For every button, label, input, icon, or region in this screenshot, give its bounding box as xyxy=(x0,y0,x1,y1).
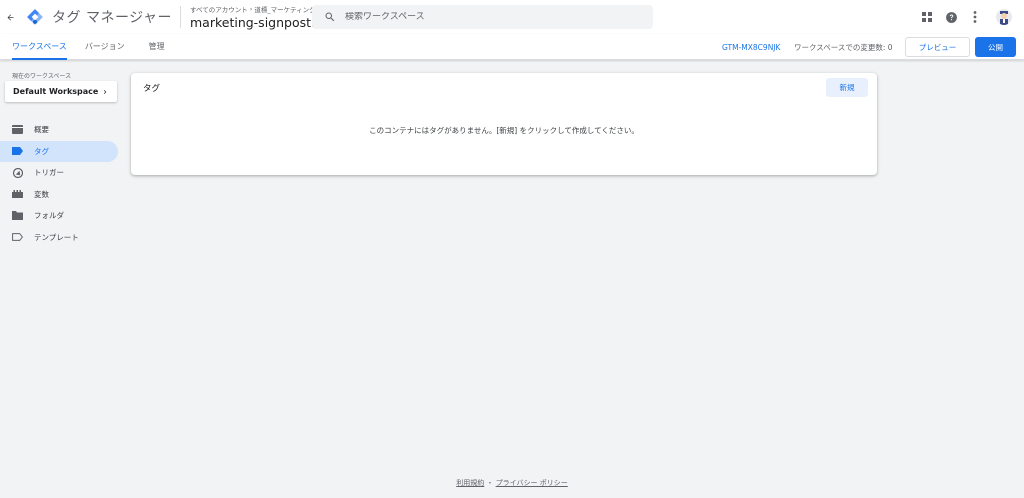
header-divider xyxy=(179,6,181,28)
breadcrumb-current[interactable]: 道標_マーケティング xyxy=(254,4,315,14)
search-icon xyxy=(325,12,335,22)
preview-button[interactable]: プレビュー xyxy=(905,37,970,57)
sidebar-item-templates[interactable]: テンプレート xyxy=(0,227,118,249)
sidebar-item-folders[interactable]: フォルダ xyxy=(0,205,118,227)
app-title: タグ マネージャー xyxy=(52,10,172,26)
chevron-right-icon xyxy=(103,89,107,94)
sidebar-item-label: テンプレート xyxy=(34,232,79,242)
workspace-name: Default Workspace xyxy=(13,87,99,96)
breadcrumb-account[interactable]: すべてのアカウント xyxy=(190,4,248,14)
breadcrumb-separator: › xyxy=(249,5,253,13)
workspace-changes-count: ワークスペースでの変更数: 0 xyxy=(794,42,893,52)
folder-icon xyxy=(12,210,23,221)
sub-navigation: ワークスペース バージョン 管理 GTM-MX8C9NJK ワークスペースでの変… xyxy=(0,34,1024,60)
more-vert-icon[interactable] xyxy=(968,10,982,24)
trigger-icon xyxy=(12,167,23,178)
help-icon[interactable] xyxy=(944,10,958,24)
sidebar-item-overview[interactable]: 概要 xyxy=(0,119,118,141)
tab-admin[interactable]: 管理 xyxy=(149,34,165,60)
workspace-selector[interactable]: Default Workspace xyxy=(5,81,117,102)
search-input[interactable] xyxy=(345,12,635,22)
footer-separator: ・ xyxy=(486,479,494,487)
sidebar-item-label: 変数 xyxy=(34,189,49,199)
back-arrow-icon[interactable] xyxy=(2,0,18,34)
search-bar[interactable] xyxy=(312,5,653,29)
sidebar-item-label: フォルダ xyxy=(34,211,64,221)
tags-card: タグ 新規 このコンテナにはタグがありません。[新規] をクリックして作成してく… xyxy=(131,73,877,175)
header-actions xyxy=(920,0,1012,34)
new-tag-button[interactable]: 新規 xyxy=(826,78,868,97)
sidebar-item-label: 概要 xyxy=(34,125,49,135)
container-id[interactable]: GTM-MX8C9NJK xyxy=(722,34,780,60)
privacy-link[interactable]: プライバシー ポリシー xyxy=(496,479,568,487)
sidebar-nav: 概要 タグ トリガー 変数 フォルダ テンプレート xyxy=(0,119,118,248)
template-icon xyxy=(12,232,23,243)
sidebar-item-label: タグ xyxy=(34,146,49,156)
footer: 利用規約 ・ プライバシー ポリシー xyxy=(0,478,1024,488)
gtm-logo-icon[interactable] xyxy=(26,8,44,26)
sidebar-item-triggers[interactable]: トリガー xyxy=(0,162,118,184)
sidebar-item-tags[interactable]: タグ xyxy=(0,140,118,162)
current-workspace-label: 現在のワークスペース xyxy=(12,73,72,80)
tag-icon xyxy=(12,146,23,157)
tab-versions[interactable]: バージョン xyxy=(85,34,125,60)
tab-workspace[interactable]: ワークスペース xyxy=(12,34,67,60)
user-avatar[interactable] xyxy=(996,9,1012,25)
terms-link[interactable]: 利用規約 xyxy=(456,479,484,487)
sidebar-item-label: トリガー xyxy=(34,168,64,178)
card-title: タグ xyxy=(143,84,161,94)
publish-button[interactable]: 公開 xyxy=(975,37,1016,57)
app-header: タグ マネージャー すべてのアカウント › 道標_マーケティング marketi… xyxy=(0,0,1024,34)
overview-icon xyxy=(12,124,23,135)
sidebar-item-variables[interactable]: 変数 xyxy=(0,184,118,206)
empty-state-message: このコンテナにはタグがありません。[新規] をクリックして作成してください。 xyxy=(369,126,639,135)
variables-icon xyxy=(12,189,23,200)
apps-grid-icon[interactable] xyxy=(920,10,934,24)
